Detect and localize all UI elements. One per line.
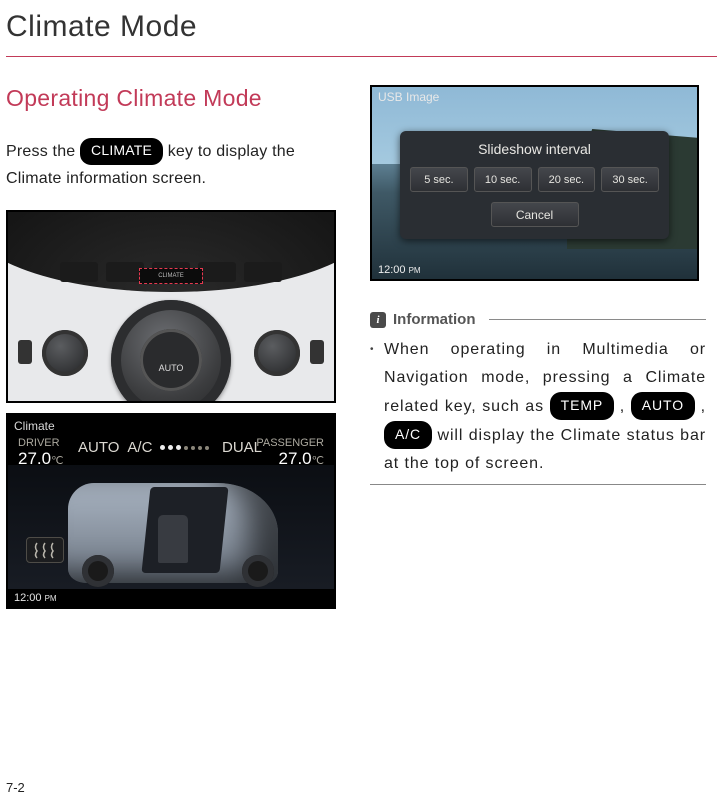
info-sep1: , <box>614 398 631 415</box>
driver-label: DRIVER <box>18 437 63 449</box>
climate-clock-ampm: PM <box>45 594 57 603</box>
figure-climate-screen: Climate DRIVER 27.0℃ PASSENGER 27.0℃ AUT… <box>6 413 336 609</box>
dash-btn <box>60 262 98 282</box>
temp-key-pill: TEMP <box>550 392 615 420</box>
usb-image-title: USB Image <box>378 90 439 104</box>
passenger-label: PASSENGER <box>256 437 324 449</box>
climate-screen-title: Climate <box>14 419 55 433</box>
slideshow-popup: Slideshow interval 5 sec. 10 sec. 20 sec… <box>400 131 669 239</box>
defrost-icon <box>26 537 64 563</box>
slideshow-option[interactable]: 5 sec. <box>410 167 468 192</box>
info-t2: will display the Climate status bar at t… <box>384 427 706 472</box>
left-column: Operating Climate Mode Press the CLIMATE… <box>6 85 336 609</box>
dash-climate-highlight: CLIMATE <box>139 268 203 284</box>
bullet-icon: • <box>370 336 384 478</box>
content-columns: Operating Climate Mode Press the CLIMATE… <box>6 85 719 609</box>
climate-ac: A/C <box>127 439 152 456</box>
dash-right-toggle <box>310 340 324 364</box>
dash-left-toggle <box>18 340 32 364</box>
climate-dual: DUAL <box>222 439 262 456</box>
fan-dots <box>160 445 209 450</box>
dash-right-dial <box>254 330 300 376</box>
climate-key-pill: CLIMATE <box>80 138 163 165</box>
intro-text-a: Press the <box>6 143 80 160</box>
info-sep2: , <box>695 398 706 415</box>
figure-dash-panel: CLIMATE AUTO <box>6 210 336 403</box>
figure-slideshow-popup: USB Image Slideshow interval 5 sec. 10 s… <box>370 85 699 281</box>
page-number: 7-2 <box>6 780 25 795</box>
dash-main-dial-label: AUTO <box>140 329 202 391</box>
auto-key-pill: AUTO <box>631 392 695 420</box>
slideshow-option[interactable]: 10 sec. <box>474 167 532 192</box>
slideshow-cancel-button[interactable]: Cancel <box>491 202 579 227</box>
usb-clock-ampm: PM <box>409 266 421 275</box>
climate-clock: 12:00 PM <box>14 592 57 604</box>
right-column: USB Image Slideshow interval 5 sec. 10 s… <box>370 85 706 609</box>
car-illustration <box>8 465 334 589</box>
climate-clock-time: 12:00 <box>14 592 42 604</box>
section-heading: Operating Climate Mode <box>6 85 336 112</box>
ac-key-pill: A/C <box>384 421 432 449</box>
information-bottom-rule <box>370 484 706 485</box>
information-label: Information <box>393 311 476 328</box>
slideshow-option[interactable]: 20 sec. <box>538 167 596 192</box>
page-title: Climate Mode <box>6 10 719 48</box>
info-icon: i <box>370 312 386 328</box>
usb-clock-time: 12:00 <box>378 264 406 276</box>
dash-btn <box>198 262 236 282</box>
dash-left-dial <box>42 330 88 376</box>
information-body: • When operating in Multimedia or Naviga… <box>370 336 706 478</box>
slideshow-options: 5 sec. 10 sec. 20 sec. 30 sec. <box>410 167 659 192</box>
slideshow-popup-title: Slideshow interval <box>410 141 659 157</box>
climate-auto: AUTO <box>78 439 119 456</box>
dash-btn <box>244 262 282 282</box>
intro-paragraph: Press the CLIMATE key to display the Cli… <box>6 138 336 192</box>
title-rule <box>6 56 717 57</box>
dash-main-dial: AUTO <box>111 300 231 403</box>
slideshow-option[interactable]: 30 sec. <box>601 167 659 192</box>
information-text: When operating in Multimedia or Navigati… <box>384 336 706 478</box>
information-heading: i Information <box>370 311 706 328</box>
car-seat <box>158 515 188 563</box>
usb-clock: 12:00 PM <box>378 264 421 276</box>
information-heading-rule <box>489 319 707 320</box>
